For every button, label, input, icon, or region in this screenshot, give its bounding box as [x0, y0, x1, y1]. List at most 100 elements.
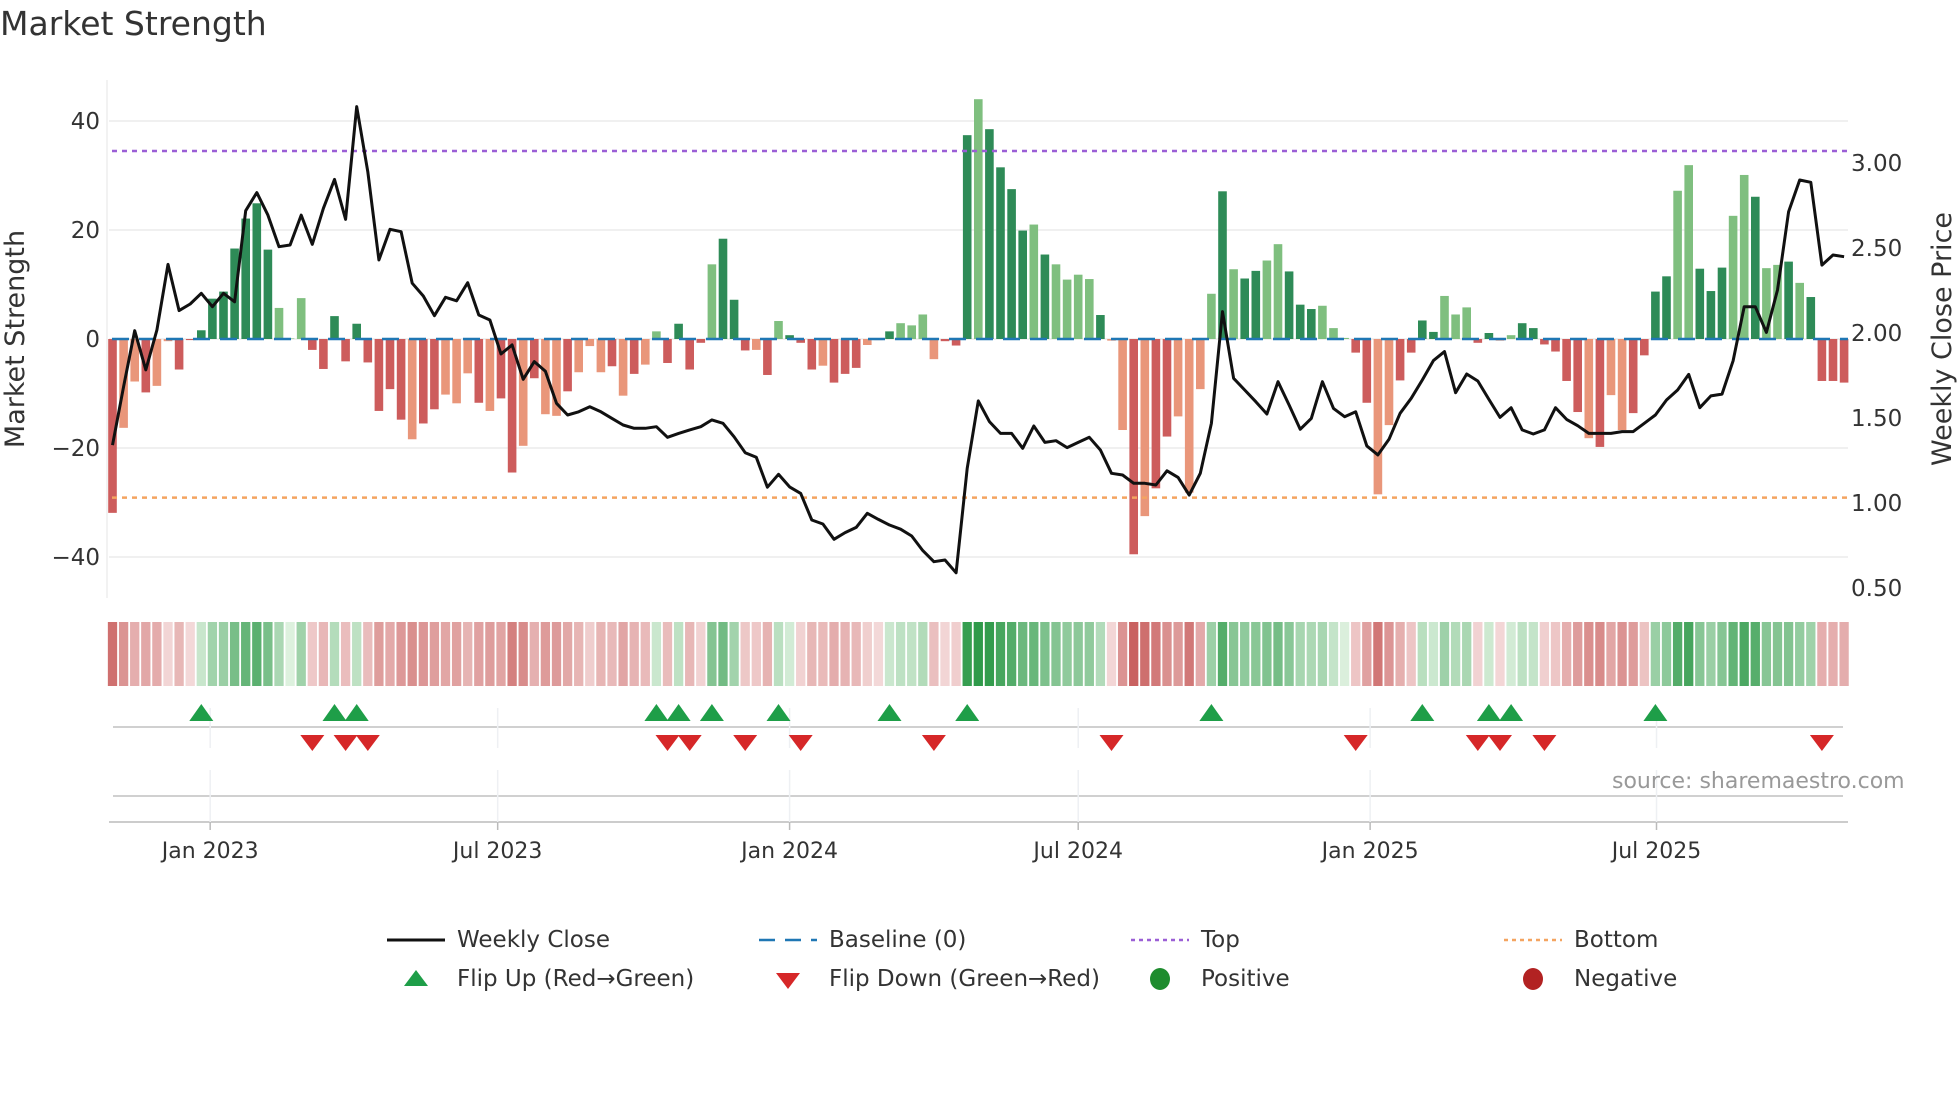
heat-cell [740, 622, 750, 686]
heat-cell [951, 622, 961, 686]
strength-bar [319, 339, 328, 369]
heat-cell [1828, 622, 1838, 686]
flip-down-marker [300, 735, 325, 751]
heat-cell [762, 622, 773, 686]
heat-cell [1084, 622, 1094, 686]
heat-cell [385, 622, 395, 686]
strength-bar [1529, 328, 1538, 339]
strength-bar [1806, 297, 1816, 339]
heat-cell [662, 622, 673, 686]
strength-bar [1151, 339, 1161, 489]
strength-bar [707, 264, 717, 339]
strength-bar [1062, 279, 1072, 339]
heat-cell [829, 622, 839, 686]
strength-bar [1462, 307, 1471, 339]
heat-cell [352, 622, 362, 686]
heat-cell [707, 622, 717, 686]
strength-bar [1706, 291, 1716, 339]
strength-bar [1251, 270, 1261, 339]
heat-cell [1240, 622, 1250, 686]
strength-bar [1662, 276, 1671, 339]
heat-cell [463, 622, 473, 686]
heat-cell [1195, 622, 1205, 686]
strength-bar [1284, 271, 1294, 339]
heat-cell [296, 622, 306, 686]
heat-cell [118, 622, 129, 686]
strength-bar [1751, 196, 1760, 339]
flip-down-marker [1488, 735, 1512, 751]
x-tick-label: Jul 2025 [1610, 839, 1702, 864]
strength-bar [1695, 268, 1705, 339]
heat-cell [1684, 622, 1694, 686]
strength-bar [1096, 315, 1105, 339]
heat-cell [1284, 622, 1294, 686]
heat-cell [263, 622, 273, 686]
flip-up-marker [322, 704, 347, 721]
heat-cell [640, 622, 650, 686]
flip-down-marker [355, 735, 380, 751]
strength-bar [1640, 339, 1649, 356]
heat-cell [773, 622, 784, 686]
heat-cell [207, 622, 218, 686]
strength-bar [1784, 261, 1793, 339]
heat-cell [1328, 622, 1339, 686]
heat-cell [1717, 622, 1727, 686]
strength-bar [197, 330, 206, 339]
x-tick-label: Jan 2023 [160, 839, 259, 864]
heat-cell [1750, 622, 1760, 686]
heat-cell [1306, 622, 1316, 686]
heat-cell [1062, 622, 1072, 686]
heat-cell [585, 622, 595, 686]
strength-bar [407, 339, 417, 440]
heat-cell [1506, 622, 1516, 686]
strength-bar [774, 321, 783, 339]
strength-bar [274, 307, 284, 339]
heat-cell [1428, 622, 1439, 686]
heat-cell [1772, 622, 1783, 686]
heat-cell [1406, 622, 1416, 686]
heat-cell [518, 622, 528, 686]
heat-cell [152, 622, 162, 686]
strength-bar [1295, 304, 1305, 339]
strength-bar [1406, 339, 1416, 353]
flip-up-marker [699, 704, 724, 721]
flip-down-marker [1809, 735, 1834, 751]
strength-bar [1684, 165, 1693, 339]
strength-bar [1073, 274, 1083, 339]
strength-bar [840, 339, 850, 374]
strength-bar [574, 339, 583, 373]
heat-cell [918, 622, 928, 686]
strength-bar [530, 339, 539, 379]
strength-bar [1085, 279, 1094, 339]
strength-bar [907, 325, 916, 339]
heat-cell [1362, 622, 1372, 686]
heat-cell [729, 622, 739, 686]
heat-cell [274, 622, 284, 686]
flip-down-marker [677, 735, 702, 751]
heat-cell [1462, 622, 1472, 686]
heat-cell [407, 622, 417, 686]
heat-cell [340, 622, 351, 686]
strength-bar [1617, 339, 1627, 431]
strength-bar [341, 339, 350, 362]
y-tick-label: 0 [85, 327, 100, 353]
heat-cell [1517, 622, 1527, 686]
flip-down-marker [921, 735, 946, 751]
heat-cell [141, 622, 151, 686]
heat-cell [873, 622, 884, 686]
heat-cell [718, 622, 728, 686]
heat-cell [1095, 622, 1106, 686]
flip-up-marker [877, 704, 902, 721]
flip-down-marker [1465, 735, 1490, 751]
heat-cell [218, 622, 229, 686]
strength-bar [929, 339, 939, 360]
strength-bar [962, 135, 972, 339]
heat-cell [1162, 622, 1172, 686]
heat-cell [1595, 622, 1605, 686]
strength-bar [1517, 323, 1527, 339]
heat-cell [1628, 622, 1638, 686]
strength-bar [663, 339, 672, 363]
heat-cell [185, 622, 195, 686]
heat-cell [241, 622, 251, 686]
strength-bar [1018, 230, 1027, 339]
